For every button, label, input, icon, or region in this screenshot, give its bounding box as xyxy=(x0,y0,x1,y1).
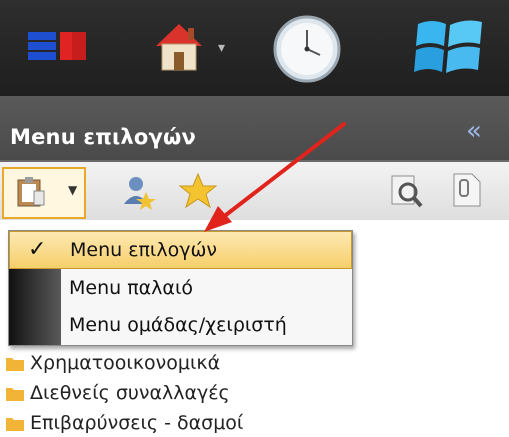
folder-icon xyxy=(6,388,24,401)
search-icon[interactable] xyxy=(386,172,426,210)
menu-selector-button[interactable]: ▼ xyxy=(2,167,86,219)
user-icon[interactable] xyxy=(118,172,158,210)
folder-icon xyxy=(6,358,24,371)
menu-type-dropdown: ✓ Menu επιλογών Menu παλαιό Menu ομάδας/… xyxy=(8,230,353,346)
star-icon[interactable] xyxy=(178,172,218,210)
tree-item-label: Διεθνείς συναλλαγές xyxy=(30,382,230,404)
dropdown-item-group-menu[interactable]: Menu ομάδας/χειριστή xyxy=(9,307,352,343)
clock-icon[interactable] xyxy=(272,14,342,84)
dropdown-item-menu-options[interactable]: ✓ Menu επιλογών xyxy=(9,231,352,269)
folder-icon xyxy=(6,418,24,431)
chevron-down-icon: ▼ xyxy=(68,183,78,197)
tree-item[interactable]: Διεθνείς συναλλαγές xyxy=(6,381,230,405)
windows-icon[interactable] xyxy=(410,12,490,84)
panel-header: Menu επιλογών xyxy=(0,96,509,162)
home-icon[interactable] xyxy=(150,18,208,74)
app-top-bar: ▾ xyxy=(0,0,509,96)
document-icon[interactable] xyxy=(446,170,486,210)
chevron-double-left-icon[interactable]: « xyxy=(466,118,482,144)
dropdown-item-label: Menu ομάδας/χειριστή xyxy=(69,314,287,336)
dropdown-item-label: Menu παλαιό xyxy=(69,277,193,299)
panel-title: Menu επιλογών xyxy=(10,125,197,149)
tree-item[interactable]: Επιβαρύνσεις - δασμοί xyxy=(6,411,243,435)
dropdown-item-old-menu[interactable]: Menu παλαιό xyxy=(9,270,352,306)
check-icon: ✓ xyxy=(28,237,47,262)
tree-item-label: Επιβαρύνσεις - δασμοί xyxy=(30,412,244,434)
tree-item-label: Χρηματοοικονομικά xyxy=(30,352,221,374)
tree-item[interactable]: Χρηματοοικονομικά xyxy=(6,351,220,375)
dropdown-item-label: Menu επιλογών xyxy=(70,239,217,261)
clipboard-icon xyxy=(17,177,45,207)
home-menu-caret-icon[interactable]: ▾ xyxy=(218,40,225,56)
s1-logo[interactable] xyxy=(28,28,92,64)
